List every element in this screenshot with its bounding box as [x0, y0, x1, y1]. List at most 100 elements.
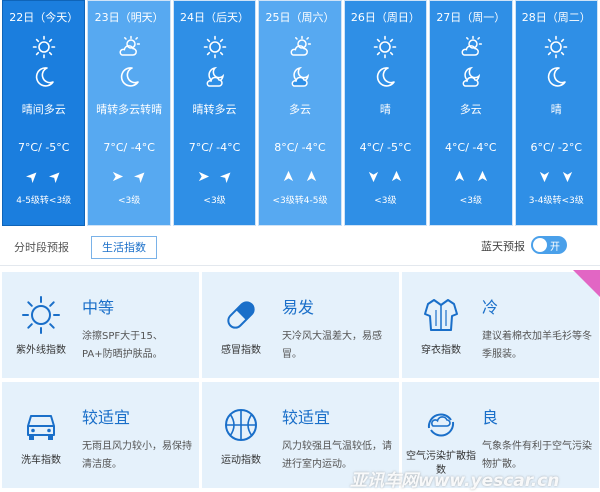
sun-cloud-icon: [457, 33, 485, 61]
bluesky-toggle[interactable]: 开: [531, 236, 567, 254]
index-name: 穿衣指数: [421, 345, 461, 356]
temperature-range: 6°C/ -2°C: [530, 141, 582, 154]
temperature-range: 4°C/ -5°C: [359, 141, 412, 154]
life-index-grid: 紫外线指数 中等涂擦SPF大于15、PA+防晒护肤品。 感冒指数 易发天冷风大温差大，…: [0, 266, 600, 492]
index-advice: 无雨且风力较小，易保持清洁度。: [82, 441, 192, 470]
moon-cloud-icon: [201, 63, 229, 91]
weather-description: 晴间多云: [21, 103, 66, 116]
tab-hourly-forecast[interactable]: 分时段预报: [14, 239, 69, 255]
wind-level: <3级转4-5级: [272, 196, 328, 206]
wind-level: <3级: [459, 196, 482, 206]
forecast-day[interactable]: 28日（周二） 晴 6°C/ -2°C 3-4级转<3级: [514, 0, 598, 226]
wind-arrow-icon: [111, 168, 124, 187]
life-index-card[interactable]: 洗车指数 较适宜无雨且风力较小，易保持清洁度。: [2, 382, 199, 488]
wind-arrow-icon: [134, 168, 147, 187]
wind-arrow-icon: [219, 168, 233, 187]
index-level: 良: [482, 408, 499, 427]
wind-direction: [453, 169, 489, 185]
ball-icon: [220, 404, 262, 446]
wind-level: <3级: [117, 196, 141, 206]
wind-level: <3级: [374, 196, 397, 206]
day-date: 26日（周日）: [350, 11, 420, 24]
index-advice: 建议着棉衣加羊毛衫等冬季服装。: [482, 331, 592, 360]
moon-icon: [371, 63, 399, 91]
shirt-icon: [420, 294, 462, 336]
weather-description: 晴: [379, 103, 391, 116]
day-date: 23日（明天）: [94, 11, 164, 24]
car-icon: [20, 404, 62, 446]
wind-arrow-icon: [476, 168, 489, 187]
moon-cloud-icon: [286, 63, 314, 91]
wind-arrow-icon: [25, 168, 39, 187]
tab-row: 分时段预报 生活指数 蓝天预报 开: [0, 226, 600, 266]
index-name: 运动指数: [221, 455, 261, 466]
forecast-day[interactable]: 25日（周六） 多云 8°C/ -4°C <3级转4-5级: [258, 0, 342, 226]
life-index-card[interactable]: 紫外线指数 中等涂擦SPF大于15、PA+防晒护肤品。: [2, 272, 199, 378]
wind-level: 4-5级转<3级: [16, 196, 72, 206]
forecast-day[interactable]: 27日（周一） 多云 4°C/ -4°C <3级: [429, 0, 513, 226]
temperature-range: 8°C/ -4°C: [274, 141, 326, 154]
pill-icon: [220, 294, 262, 336]
index-level: 冷: [482, 298, 499, 317]
wind-level: <3级: [203, 196, 226, 206]
sun-cloud-icon: [286, 33, 314, 61]
air-icon: [420, 404, 462, 446]
wind-arrow-icon: [197, 168, 210, 187]
wind-arrow-icon: [538, 168, 551, 187]
temperature-range: 4°C/ -4°C: [445, 141, 497, 154]
index-name: 洗车指数: [21, 455, 61, 466]
weather-description: 晴: [550, 103, 562, 116]
day-date: 25日（周六）: [265, 11, 335, 24]
watermark: 亚讯车网www.yescar.cn: [350, 471, 560, 491]
day-date: 24日（后天）: [180, 11, 250, 24]
index-name: 紫外线指数: [16, 345, 66, 356]
sun-icon: [20, 294, 62, 336]
temperature-range: 7°C/ -4°C: [103, 141, 155, 154]
forecast-day[interactable]: 23日（明天） 晴转多云转晴 7°C/ -4°C <3级: [87, 0, 171, 226]
wind-arrow-icon: [390, 168, 403, 187]
moon-icon: [115, 63, 143, 91]
wind-arrow-icon: [367, 168, 380, 187]
weather-description: 晴转多云转晴: [96, 103, 163, 116]
index-advice: 天冷风大温差大，易感冒。: [282, 331, 382, 360]
moon-cloud-icon: [457, 63, 485, 91]
wind-arrow-icon: [305, 168, 318, 187]
forecast-strip: 22日（今天） 晴间多云 7°C/ -5°C 4-5级转<3级 23日（明天） 晴转多云转…: [2, 0, 598, 226]
sun-icon: [30, 33, 58, 61]
life-index-card[interactable]: 穿衣指数 冷建议着棉衣加羊毛衫等冬季服装。: [402, 272, 599, 378]
weather-page: 22日（今天） 晴间多云 7°C/ -5°C 4-5级转<3级 23日（明天） 晴转多云转…: [0, 0, 600, 492]
temperature-range: 7°C/ -4°C: [188, 141, 241, 154]
forecast-day[interactable]: 24日（后天） 晴转多云 7°C/ -4°C <3级: [172, 0, 257, 226]
sun-icon: [201, 33, 229, 61]
moon-icon: [30, 63, 58, 91]
forecast-day[interactable]: 22日（今天） 晴间多云 7°C/ -5°C 4-5级转<3级: [2, 0, 86, 226]
tab-life-index[interactable]: 生活指数: [91, 236, 157, 259]
index-level: 较适宜: [282, 408, 331, 427]
weather-description: 多云: [288, 103, 311, 116]
weather-description: 多云: [459, 103, 482, 116]
wind-direction: [367, 169, 403, 185]
day-date: 22日（今天）: [9, 11, 79, 24]
wind-level: 3-4级转<3级: [528, 196, 584, 206]
moon-icon: [542, 63, 570, 91]
life-index-card[interactable]: 感冒指数 易发天冷风大温差大，易感冒。: [202, 272, 399, 378]
index-name: 感冒指数: [221, 345, 261, 356]
sun-cloud-icon: [115, 33, 143, 61]
day-date: 27日（周一）: [436, 11, 506, 24]
toggle-knob: [533, 238, 547, 252]
index-level: 易发: [282, 298, 315, 317]
forecast-day[interactable]: 26日（周日） 晴 4°C/ -5°C <3级: [343, 0, 428, 226]
index-advice: 涂擦SPF大于15、PA+防晒护肤品。: [82, 331, 163, 360]
weather-description: 晴转多云: [192, 103, 237, 116]
sun-icon: [542, 33, 570, 61]
wind-direction: [25, 168, 62, 187]
sun-icon: [371, 33, 399, 61]
wind-direction: [538, 169, 574, 185]
corner-flag: [573, 270, 600, 297]
wind-arrow-icon: [561, 168, 574, 187]
index-level: 较适宜: [82, 408, 131, 427]
bluesky-forecast-label: 蓝天预报: [481, 240, 525, 253]
index-level: 中等: [82, 298, 115, 317]
temperature-range: 7°C/ -5°C: [17, 141, 70, 154]
wind-arrow-icon: [282, 168, 295, 187]
